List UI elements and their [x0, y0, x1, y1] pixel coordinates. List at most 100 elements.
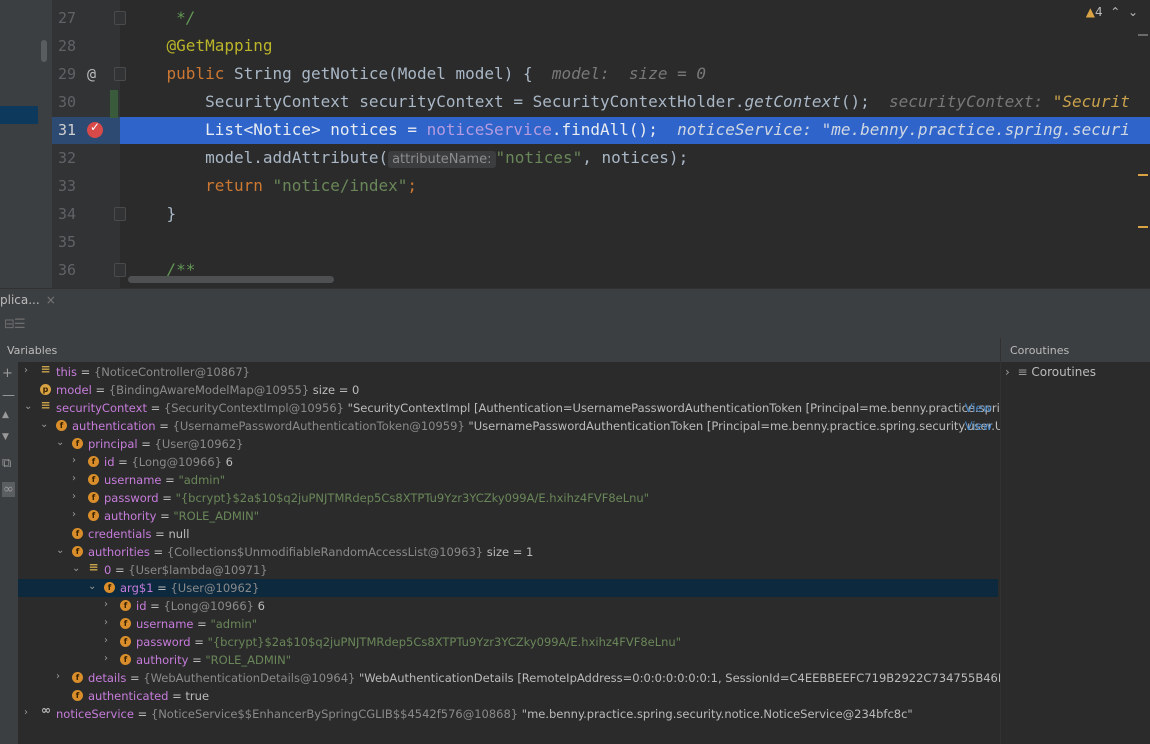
chevron-right-icon[interactable]: ›	[1005, 365, 1010, 379]
chevron-down-icon[interactable]: ⌄	[1128, 5, 1138, 19]
field-icon: f	[88, 492, 99, 503]
view-link[interactable]: View	[965, 401, 992, 415]
debug-session-tab[interactable]: plica... ×	[0, 293, 56, 307]
infinity-icon[interactable]: ∞	[2, 482, 15, 497]
variable-row[interactable]: › f authority = "ROLE_ADMIN"	[18, 507, 998, 525]
list-icon: ≡	[88, 560, 99, 574]
variable-row-selected[interactable]: ⌄ f arg$1 = {User@10962}	[18, 579, 998, 597]
variable-row[interactable]: ⌄ ≡ 0 = {User$lambda@10971}	[18, 561, 998, 579]
chevron-right-icon[interactable]: ›	[24, 365, 28, 376]
line-number: 28	[57, 37, 76, 55]
remove-icon[interactable]: —	[2, 388, 15, 403]
parameter-icon: p	[40, 384, 51, 395]
chevron-right-icon[interactable]: ›	[104, 653, 108, 664]
variable-row[interactable]: › f id = {Long@10966} 6	[18, 597, 998, 615]
warning-stripe[interactable]	[1138, 226, 1148, 228]
project-scroll-thumb[interactable]	[41, 40, 47, 62]
chevron-right-icon[interactable]: ›	[72, 455, 76, 466]
fold-icon[interactable]	[114, 11, 126, 25]
infinity-icon: ∞	[41, 703, 51, 717]
fold-icon[interactable]	[114, 207, 126, 221]
variable-row[interactable]: f credentials = null	[18, 525, 998, 543]
scroll-marker	[1138, 34, 1148, 36]
variable-row[interactable]: ⌄ f authentication = {UsernamePasswordAu…	[18, 417, 1024, 435]
field-icon: f	[72, 438, 83, 449]
variable-row[interactable]: › f password = "{bcrypt}$2a$10$q2juPNJTM…	[18, 489, 998, 507]
line-number: 31	[57, 121, 76, 139]
chevron-up-icon[interactable]: ⌃	[1110, 5, 1120, 19]
variables-tree: › ≡ this = {NoticeController@10867} p mo…	[18, 362, 1036, 744]
chevron-down-icon[interactable]: ⌄	[56, 545, 64, 556]
coroutines-panel: Coroutines › ≡ Coroutines	[1000, 338, 1150, 744]
code-line-27: */	[176, 8, 196, 27]
variable-row[interactable]: ⌄ f principal = {User@10962}	[18, 435, 998, 453]
variable-row[interactable]: ⌄ ≡ securityContext = {SecurityContextIm…	[18, 398, 1029, 417]
move-down-icon[interactable]: ▼	[2, 432, 9, 442]
chevron-right-icon[interactable]: ›	[24, 707, 28, 718]
chevron-right-icon[interactable]: ›	[104, 617, 108, 628]
warning-stripe[interactable]	[1138, 174, 1148, 176]
inspection-widget[interactable]: ▲4 ⌃ ⌄	[1086, 5, 1138, 19]
check-icon: ✓	[90, 120, 101, 134]
field-icon: f	[88, 510, 99, 521]
chevron-down-icon[interactable]: ⌄	[88, 581, 96, 592]
mapping-at-icon[interactable]: @	[87, 65, 96, 83]
variable-row[interactable]: p model = {BindingAwareModelMap@10955} s…	[18, 381, 998, 399]
variable-row[interactable]: › f details = {WebAuthenticationDetails@…	[18, 669, 1036, 687]
fold-icon[interactable]	[114, 67, 126, 81]
fold-icon[interactable]	[114, 263, 126, 277]
line-number: 32	[57, 149, 76, 167]
field-icon: f	[88, 474, 99, 485]
chevron-down-icon[interactable]: ⌄	[72, 563, 80, 574]
chevron-down-icon[interactable]: ⌄	[24, 401, 32, 412]
variable-row[interactable]: ⌄ f authorities = {Collections$Unmodifia…	[18, 543, 998, 561]
list-icon: ≡	[1017, 365, 1028, 379]
field-icon: f	[104, 582, 115, 593]
chevron-down-icon[interactable]: ⌄	[40, 419, 48, 430]
parameter-hint: attributeName:	[388, 151, 496, 168]
horizontal-scrollbar[interactable]	[128, 276, 334, 283]
list-icon: ≡	[40, 362, 51, 376]
line-number: 34	[57, 205, 76, 223]
field-icon: f	[72, 546, 83, 557]
code-editor[interactable]: 27 28 29 30 31 32 33 34 35 36 @ ✓ */ @Ge…	[0, 0, 1150, 288]
debug-tabs-bar: plica... ×	[0, 288, 1150, 313]
close-icon[interactable]: ×	[46, 293, 56, 307]
add-watch-icon[interactable]: +	[2, 366, 13, 381]
variable-row[interactable]: › ∞ noticeService = {NoticeService$$Enha…	[18, 703, 998, 723]
variable-row[interactable]: › f username = "admin"	[18, 471, 998, 489]
variable-row[interactable]: › f id = {Long@10966} 6	[18, 453, 998, 471]
chevron-right-icon[interactable]: ›	[56, 671, 60, 682]
project-panel-strip	[0, 0, 52, 288]
line-number: 36	[57, 261, 76, 279]
field-icon: f	[72, 672, 83, 683]
view-link[interactable]: View	[965, 419, 992, 433]
code-line-34: }	[166, 204, 177, 223]
settings-lines-icon[interactable]: ☰	[14, 317, 26, 332]
list-icon: ≡	[40, 398, 51, 412]
chevron-right-icon[interactable]: ›	[104, 635, 108, 646]
code-line-29: public String getNotice(Model model) { m…	[166, 64, 706, 83]
move-up-icon[interactable]: ▲	[2, 410, 9, 420]
chevron-right-icon[interactable]: ›	[72, 473, 76, 484]
chevron-right-icon[interactable]: ›	[104, 599, 108, 610]
code-line-32: model.addAttribute(attributeName: "notice…	[205, 148, 689, 168]
variable-row[interactable]: f authenticated = true	[18, 687, 998, 705]
chevron-right-icon[interactable]: ›	[72, 509, 76, 520]
copy-icon[interactable]: ⧉	[2, 456, 11, 471]
project-selection	[0, 106, 38, 124]
line-number: 29	[57, 65, 76, 83]
breakpoint-icon[interactable]: ✓	[87, 120, 103, 138]
variable-row[interactable]: › f password = "{bcrypt}$2a$10$q2juPNJTM…	[18, 633, 998, 651]
coroutines-tree-item[interactable]: › ≡ Coroutines	[1005, 365, 1096, 379]
chevron-right-icon[interactable]: ›	[72, 491, 76, 502]
variable-row[interactable]: › f username = "admin"	[18, 615, 998, 633]
variable-row[interactable]: › f authority = "ROLE_ADMIN"	[18, 651, 998, 669]
field-icon: f	[120, 654, 131, 665]
code-line-31: List<Notice> notices = noticeService.fin…	[205, 120, 1130, 139]
line-number: 33	[57, 177, 76, 195]
line-number: 27	[57, 9, 76, 27]
variable-row[interactable]: › ≡ this = {NoticeController@10867}	[18, 363, 998, 381]
field-icon: f	[88, 456, 99, 467]
chevron-down-icon[interactable]: ⌄	[56, 437, 64, 448]
